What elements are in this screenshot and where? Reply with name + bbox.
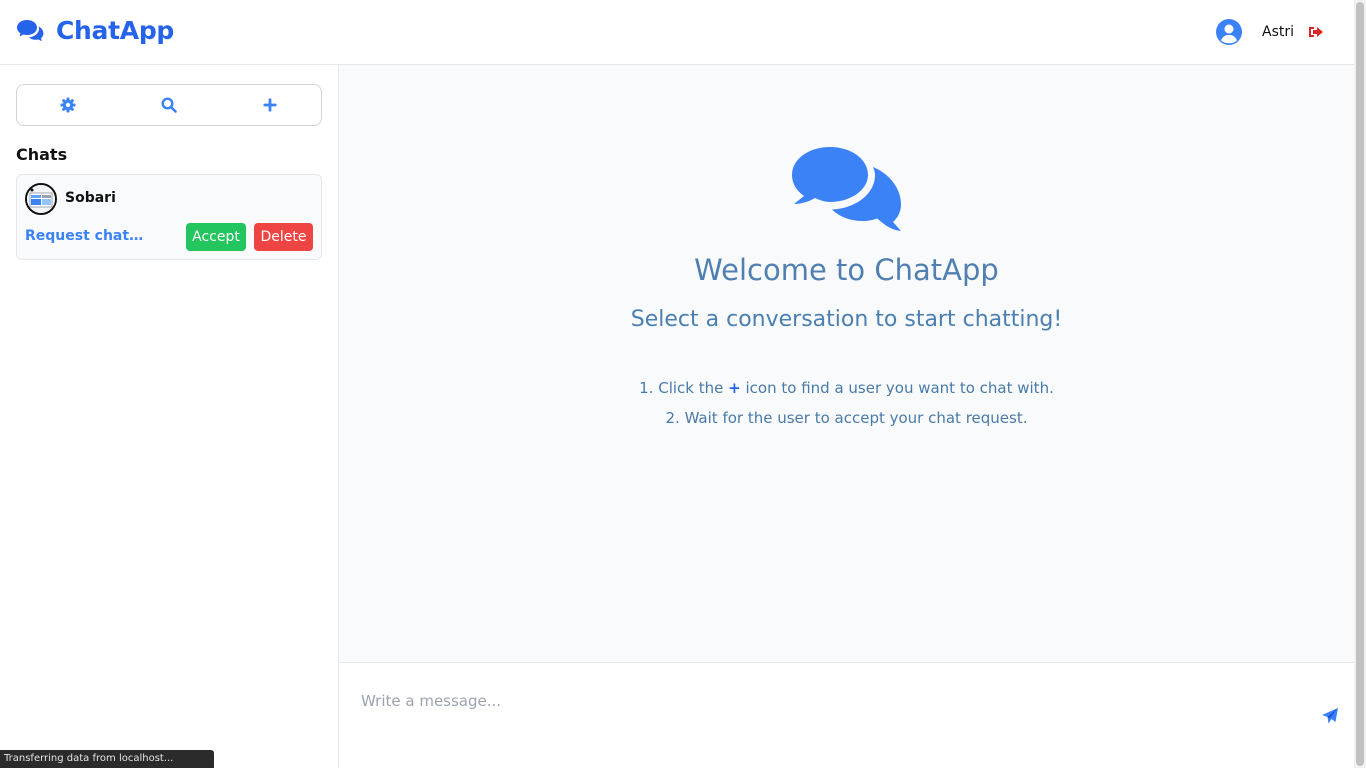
message-input[interactable] [361, 687, 1301, 715]
plus-inline-icon: + [728, 379, 741, 397]
chats-heading: Chats [16, 145, 68, 164]
gear-icon [60, 97, 76, 113]
browser-status-bar: Transferring data from localhost... [0, 750, 214, 768]
chat-status-text: Request chat ... [25, 228, 145, 244]
app-logo[interactable]: ChatApp [16, 16, 174, 45]
app-title: ChatApp [56, 16, 175, 45]
instruction-step-1: 1. Click the + icon to find a user you w… [639, 379, 1054, 397]
page-scrollbar[interactable] [1354, 0, 1366, 768]
plus-icon [263, 98, 277, 112]
settings-button[interactable] [17, 85, 118, 125]
username-label: Astri [1262, 24, 1295, 40]
new-chat-button[interactable] [220, 85, 321, 125]
chat-bubbles-icon [792, 147, 901, 231]
chat-main-panel: Welcome to ChatApp Select a conversation… [339, 65, 1354, 662]
search-button[interactable] [118, 85, 219, 125]
logout-icon[interactable] [1308, 25, 1324, 39]
scrollbar-thumb[interactable] [1356, 2, 1364, 766]
accept-button[interactable]: Accept [186, 223, 246, 251]
top-navbar: ChatApp Astri [0, 0, 1354, 65]
sidebar: Chats Sobari Request chat ... Accept Del… [0, 65, 339, 768]
chat-bubbles-icon [17, 19, 44, 41]
message-composer [339, 662, 1354, 768]
send-icon[interactable] [1321, 707, 1339, 725]
user-avatar-icon[interactable] [1216, 19, 1242, 45]
search-icon [161, 97, 177, 113]
instructions: 1. Click the + icon to find a user you w… [339, 373, 1354, 433]
welcome-title: Welcome to ChatApp [694, 253, 999, 287]
instruction-step-2: 2. Wait for the user to accept your chat… [665, 409, 1028, 427]
avatar-image-icon [27, 185, 55, 213]
sidebar-toolbar [16, 84, 322, 126]
user-menu: Astri [1216, 19, 1324, 45]
delete-button[interactable]: Delete [254, 223, 313, 251]
welcome-subtitle: Select a conversation to start chatting! [630, 307, 1063, 332]
contact-avatar [25, 183, 57, 215]
chat-list-item[interactable]: Sobari Request chat ... Accept Delete [16, 174, 322, 260]
contact-name: Sobari [65, 190, 116, 206]
